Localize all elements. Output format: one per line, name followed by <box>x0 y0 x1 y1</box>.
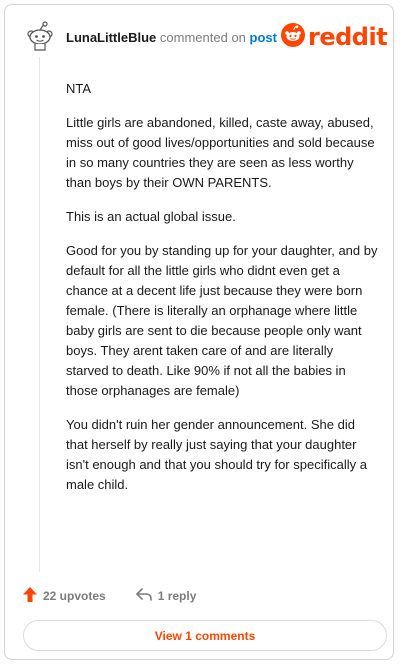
reply-button[interactable]: 1 reply <box>135 588 197 604</box>
comment-paragraph: Little girls are abandoned, killed, cast… <box>66 115 375 190</box>
upvote-button[interactable]: 22 upvotes <box>23 587 106 605</box>
view-comments-button[interactable]: View 1 comments <box>23 620 387 651</box>
reply-arrow-icon[interactable] <box>135 588 158 604</box>
user-avatar-icon[interactable] <box>25 21 55 51</box>
commented-on-text: commented on <box>159 30 246 45</box>
comment-paragraph: You didn't ruin her gender announcement.… <box>66 417 367 492</box>
comment-header: LunaLittleBlue commented on post <box>66 30 277 46</box>
comment-paragraph: This is an actual global issue. <box>66 209 236 224</box>
reddit-snoo-icon <box>281 22 305 52</box>
comment-card: LunaLittleBlue commented on post reddit … <box>4 4 394 660</box>
comment-paragraph: NTA <box>66 81 92 96</box>
username[interactable]: LunaLittleBlue <box>66 30 156 45</box>
post-link[interactable]: post <box>250 30 277 45</box>
comment-actions: 22 upvotes 1 reply <box>23 587 196 605</box>
upvote-arrow-icon[interactable] <box>23 587 43 605</box>
upvote-count: 22 upvotes <box>43 589 106 603</box>
reddit-logo: reddit <box>281 22 388 52</box>
thread-line[interactable] <box>39 57 40 572</box>
comment-paragraph: Good for you by standing up for your dau… <box>66 243 378 398</box>
reddit-wordmark: reddit <box>308 23 388 51</box>
reply-count: 1 reply <box>157 589 197 603</box>
comment-body: NTA Little girls are abandoned, killed, … <box>66 79 378 509</box>
